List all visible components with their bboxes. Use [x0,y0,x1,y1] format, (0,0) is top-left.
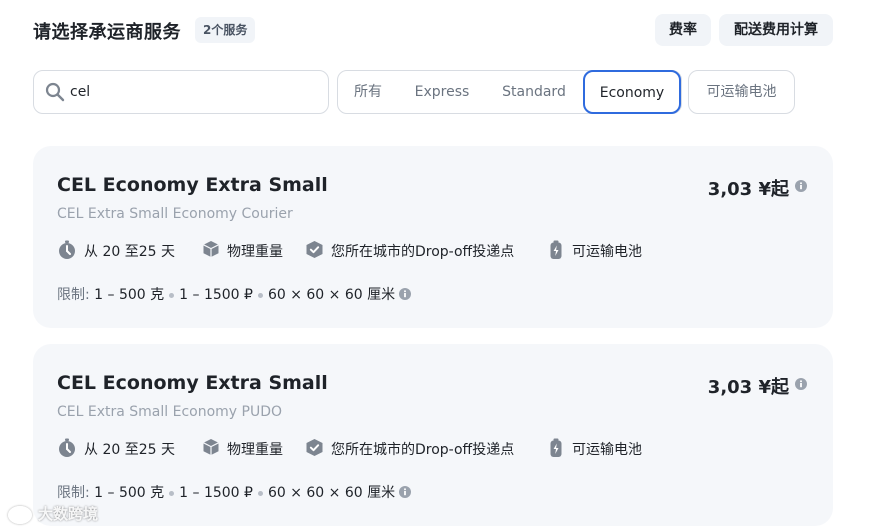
service-subtitle: CEL Extra Small Economy Courier [57,206,293,222]
tab-all[interactable]: 所有 [338,71,398,113]
tab-express[interactable]: Express [400,71,484,113]
battery-icon [550,438,562,457]
weight-limit: 1 – 500 克 [94,287,165,303]
value-limit: 1 – 1500 ₽ [179,485,253,501]
watermark-logo-icon [8,505,32,524]
tab-economy[interactable]: Economy [583,70,681,114]
battery-icon [550,240,562,259]
weight-limit: 1 – 500 克 [94,485,165,501]
search-input[interactable] [70,81,310,103]
package-icon [203,241,219,257]
service-title: CEL Economy Extra Small [57,372,328,394]
service-subtitle: CEL Extra Small Economy PUDO [57,404,283,420]
stopwatch-icon [59,438,75,457]
search-icon [45,82,65,102]
page-header: 请选择承运商服务 2个服务 费率 配送费用计算 [33,14,833,46]
service-limits: 限制: 1 – 500 克 1 – 1500 ₽ 60 × 60 × 60 厘米 [57,284,412,304]
dropoff-check-icon [306,241,323,258]
stopwatch-icon [59,240,75,259]
separator-dot [169,490,175,496]
service-count-badge: 2个服务 [195,17,256,43]
service-price: 3,03 ¥起 [707,179,789,200]
rates-button[interactable]: 费率 [655,14,711,46]
price-info-icon[interactable] [795,180,807,192]
service-price: 3,03 ¥起 [707,377,789,398]
tab-standard[interactable]: Standard [486,71,582,113]
separator-dot [169,292,175,298]
limits-label: 限制: [57,287,90,303]
limits-info-icon[interactable] [399,288,412,300]
separator-dot [257,292,263,298]
watermark: 大数跨境 [8,503,98,525]
shipping-cost-calculator-button[interactable]: 配送费用计算 [719,14,833,46]
service-card[interactable]: CEL Economy Extra Small CEL Extra Small … [33,146,833,328]
service-title: CEL Economy Extra Small [57,174,328,196]
service-limits: 限制: 1 – 500 克 1 – 1500 ₽ 60 × 60 × 60 厘米 [57,482,412,502]
price-info-icon[interactable] [795,378,807,390]
watermark-text: 大数跨境 [38,505,99,523]
package-icon [203,439,219,455]
battery-filter-toggle[interactable]: 可运输电池 [688,70,795,114]
limits-info-icon[interactable] [399,486,412,498]
service-card[interactable]: CEL Economy Extra Small CEL Extra Small … [33,344,833,526]
service-type-tabs: 所有 Express Standard Economy [337,70,682,114]
limits-label: 限制: [57,485,90,501]
page-title: 请选择承运商服务 [33,22,181,43]
value-limit: 1 – 1500 ₽ [179,287,253,303]
size-limit: 60 × 60 × 60 厘米 [267,287,396,303]
size-limit: 60 × 60 × 60 厘米 [267,485,396,501]
separator-dot [257,490,263,496]
dropoff-check-icon [306,439,323,456]
search-box[interactable] [33,70,329,114]
